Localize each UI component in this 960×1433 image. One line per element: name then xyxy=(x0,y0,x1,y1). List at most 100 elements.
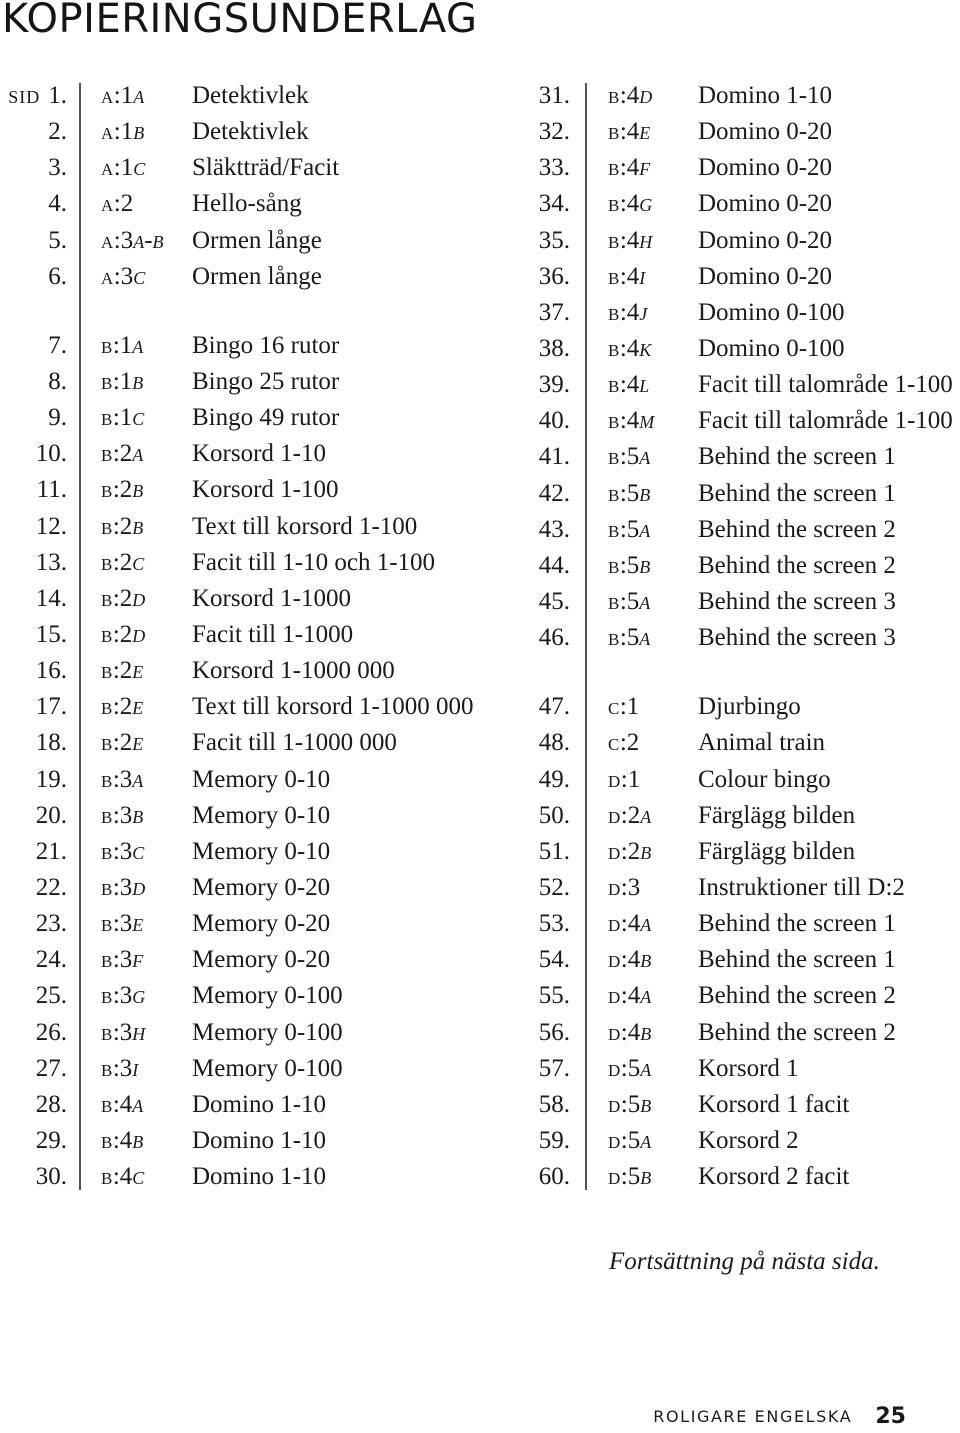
sheet-title: Memory 0-100 xyxy=(192,1018,343,1046)
list-item: 19. B:3a Memory 0-10 xyxy=(0,762,490,798)
page-number-ref: 37. xyxy=(538,298,570,326)
sheet-code: B:5b xyxy=(608,476,650,512)
list-item: 25. B:3g Memory 0-100 xyxy=(0,978,490,1014)
sheet-title: Behind the screen 2 xyxy=(698,515,896,543)
code-number: :2 xyxy=(112,620,133,648)
sheet-title: Behind the screen 2 xyxy=(698,982,896,1010)
page-number-ref: 58. xyxy=(538,1090,570,1118)
code-suffix: b xyxy=(639,479,651,507)
code-number: :2 xyxy=(620,837,641,865)
code-section: D xyxy=(608,1055,621,1082)
page-number-ref: 20. xyxy=(35,801,67,829)
page-number-ref: 32. xyxy=(538,118,570,146)
code-suffix: a xyxy=(640,801,652,829)
sheet-code: D:4b xyxy=(608,1015,651,1051)
code-number: :4 xyxy=(620,910,641,938)
page-ref: 56. xyxy=(500,1015,570,1051)
sheet-title: Behind the screen 1 xyxy=(698,479,896,507)
sheet-title: Ormen långe xyxy=(192,226,322,254)
page-number-ref: 12. xyxy=(35,512,67,540)
list-item: 37. B:4j Domino 0-100 xyxy=(500,295,960,331)
sid-label: sid xyxy=(8,82,41,109)
code-section: D xyxy=(608,1127,621,1154)
page-ref: 55. xyxy=(500,978,570,1014)
page-ref: 40. xyxy=(500,403,570,439)
code-suffix: b xyxy=(132,801,144,829)
list-item: 31. B:4d Domino 1-10 xyxy=(500,78,960,114)
page-number-ref: 18. xyxy=(35,729,67,757)
list-item: 4. A:2 Hello-sång xyxy=(0,186,490,222)
sheet-code: B:1a xyxy=(101,328,143,364)
code-suffix: a xyxy=(639,587,651,615)
sheet-title: Behind the screen 2 xyxy=(698,551,896,579)
page-ref: 39. xyxy=(500,367,570,403)
page-ref: 28. xyxy=(0,1087,67,1123)
page-ref: 25. xyxy=(0,978,67,1014)
sheet-title: Facit till 1-1000 xyxy=(192,620,354,648)
page-ref: 14. xyxy=(0,581,67,617)
sheet-code: B:5b xyxy=(608,548,650,584)
code-section: B xyxy=(608,155,620,182)
code-number: :5 xyxy=(619,551,640,579)
code-suffix: a xyxy=(640,910,652,938)
page-ref: 6. xyxy=(0,259,67,295)
code-section: B xyxy=(101,585,113,612)
page-ref: 44. xyxy=(500,548,570,584)
page-number-ref: 25. xyxy=(35,982,67,1010)
sheet-title: Korsord 2 xyxy=(698,1126,799,1154)
sheet-title: Korsord 1 xyxy=(698,1054,799,1082)
code-number: :4 xyxy=(112,1126,133,1154)
code-number: :1 xyxy=(112,404,133,432)
sheet-title: Behind the screen 3 xyxy=(698,587,896,615)
code-suffix: b xyxy=(640,1018,652,1046)
page-title: KOPIERINGSUNDERLAG xyxy=(2,0,478,42)
code-section: B xyxy=(101,1164,113,1191)
code-section: B xyxy=(608,335,620,362)
page-number-ref: 1. xyxy=(48,82,67,109)
sheet-title: Behind the screen 1 xyxy=(698,443,896,471)
code-suffix: b xyxy=(640,946,652,974)
page-ref: 52. xyxy=(500,870,570,906)
code-suffix: b xyxy=(132,476,144,504)
page-number-ref: 53. xyxy=(538,910,570,938)
code-suffix: b xyxy=(133,118,145,146)
sheet-title: Behind the screen 3 xyxy=(698,624,896,652)
page-number-ref: 44. xyxy=(538,551,570,579)
list-item: 51. D:2b Färglägg bilden xyxy=(500,834,960,870)
code-number: :3 xyxy=(112,982,133,1010)
sheet-code: B:4j xyxy=(608,295,647,331)
code-section: B xyxy=(101,983,113,1010)
sheet-code: B:4i xyxy=(608,259,645,295)
code-number: :1 xyxy=(113,82,134,109)
sheet-code: D:2b xyxy=(608,834,651,870)
page-ref: 45. xyxy=(500,584,570,620)
page-ref: 15. xyxy=(0,617,67,653)
sheet-code: A:1c xyxy=(101,150,145,186)
code-suffix: a xyxy=(132,440,144,468)
list-item: 7. B:1a Bingo 16 rutor xyxy=(0,328,490,364)
code-number: :3 xyxy=(113,262,134,290)
page-number-ref: 42. xyxy=(538,479,570,507)
code-suffix: h xyxy=(132,1018,146,1046)
sheet-title: Ormen långe xyxy=(192,262,322,290)
page-ref: 21. xyxy=(0,834,67,870)
sheet-title: Behind the screen 1 xyxy=(698,946,896,974)
page-ref: 2. xyxy=(0,114,67,150)
list-item: 22. B:3d Memory 0-20 xyxy=(0,870,490,906)
page-ref: 29. xyxy=(0,1123,67,1159)
list-item: 35. B:4h Domino 0-20 xyxy=(500,223,960,259)
code-section: D xyxy=(608,1164,621,1191)
page-ref: 35. xyxy=(500,223,570,259)
code-number: :3 xyxy=(112,946,133,974)
list-item: 36. B:4i Domino 0-20 xyxy=(500,259,960,295)
code-suffix: e xyxy=(132,910,144,938)
code-number: :2 xyxy=(112,440,133,468)
sheet-code: D:1 xyxy=(608,762,640,798)
page-ref: 30. xyxy=(0,1159,67,1195)
code-suffix: i xyxy=(639,262,646,290)
code-number: :4 xyxy=(619,190,640,218)
page-ref: 5. xyxy=(0,223,67,259)
sheet-title: Djurbingo xyxy=(698,693,801,721)
sheet-code: B:2b xyxy=(101,509,143,545)
code-number: :2 xyxy=(619,729,640,757)
